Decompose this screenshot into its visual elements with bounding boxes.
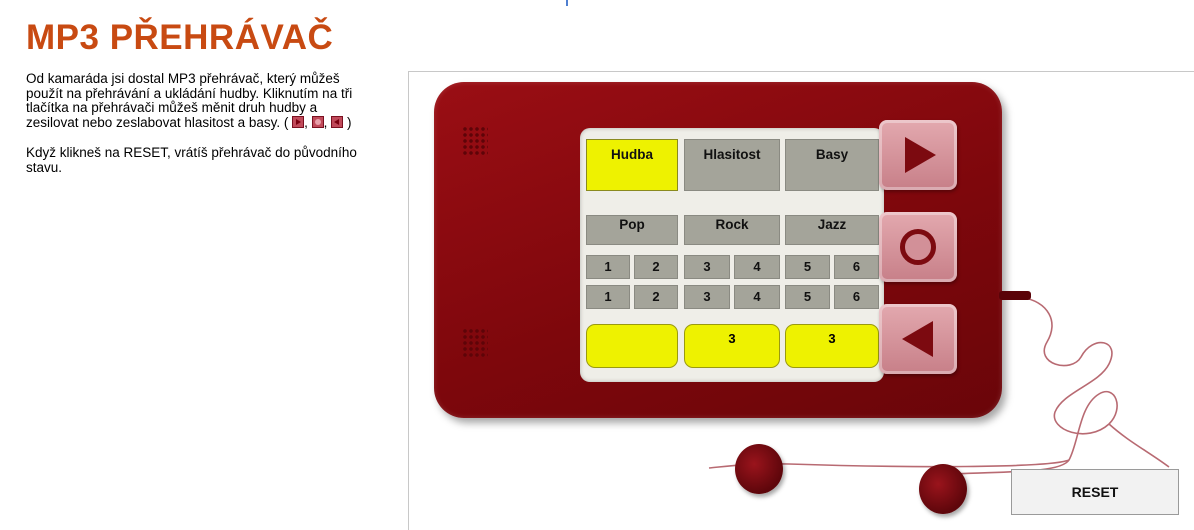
level-cell[interactable]: 4 (734, 255, 780, 279)
circle-icon (900, 229, 936, 265)
play-button[interactable] (879, 120, 957, 190)
level-cell[interactable]: 4 (734, 285, 780, 309)
separator-text: , (304, 114, 312, 130)
music-readout (586, 324, 678, 368)
genre-label: Jazz (817, 217, 847, 232)
page-title: MP3 PŘEHRÁVAČ (26, 18, 334, 57)
play-icon (905, 137, 936, 173)
close-paren-text: ) (343, 114, 352, 130)
mode-label: Hlasitost (703, 147, 761, 162)
genre-label: Pop (619, 217, 645, 232)
mode-hlasitost[interactable]: Hlasitost (684, 139, 780, 191)
level-cell[interactable]: 5 (785, 255, 830, 279)
mode-label: Basy (815, 147, 849, 162)
speaker-grille (462, 328, 488, 358)
earbud-right (919, 464, 967, 514)
mode-hudba[interactable]: Hudba (586, 139, 678, 191)
cursor-mark (566, 0, 568, 6)
reset-note: Když klikneš na RESET, vrátíš přehrávač … (26, 145, 357, 175)
genre-rock[interactable]: Rock (684, 215, 780, 245)
circle-icon (311, 115, 324, 128)
genre-pop[interactable]: Pop (586, 215, 678, 245)
player-stage: Hudba Hlasitost Basy Pop Rock Jazz 1 2 3… (408, 71, 1194, 530)
level-cell[interactable]: 2 (634, 285, 678, 309)
level-cell[interactable]: 2 (634, 255, 678, 279)
headphone-jack (999, 291, 1031, 300)
mode-label: Hudba (611, 147, 653, 162)
player-screen: Hudba Hlasitost Basy Pop Rock Jazz 1 2 3… (580, 128, 884, 382)
back-icon (902, 321, 933, 357)
mode-basy[interactable]: Basy (785, 139, 879, 191)
reset-button[interactable]: RESET (1011, 469, 1179, 515)
bass-readout: 3 (785, 324, 879, 368)
back-button[interactable] (879, 304, 957, 374)
level-cell[interactable]: 5 (785, 285, 830, 309)
instructions-paragraph: Od kamaráda jsi dostal MP3 přehrávač, kt… (26, 71, 371, 130)
back-icon (331, 115, 344, 128)
play-icon (292, 115, 305, 128)
earbud-left (735, 444, 783, 494)
instructions: Od kamaráda jsi dostal MP3 přehrávač, kt… (26, 71, 371, 191)
level-cell[interactable]: 6 (834, 285, 879, 309)
level-cell[interactable]: 1 (586, 285, 630, 309)
circle-button[interactable] (879, 212, 957, 282)
level-cell[interactable]: 6 (834, 255, 879, 279)
genre-jazz[interactable]: Jazz (785, 215, 879, 245)
level-cell[interactable]: 3 (684, 255, 730, 279)
mp3-player: Hudba Hlasitost Basy Pop Rock Jazz 1 2 3… (434, 82, 1002, 418)
level-cell[interactable]: 1 (586, 255, 630, 279)
separator-text: , (323, 114, 332, 130)
level-cell[interactable]: 3 (684, 285, 730, 309)
volume-readout: 3 (684, 324, 780, 368)
genre-label: Rock (715, 217, 749, 232)
speaker-grille (462, 126, 488, 156)
